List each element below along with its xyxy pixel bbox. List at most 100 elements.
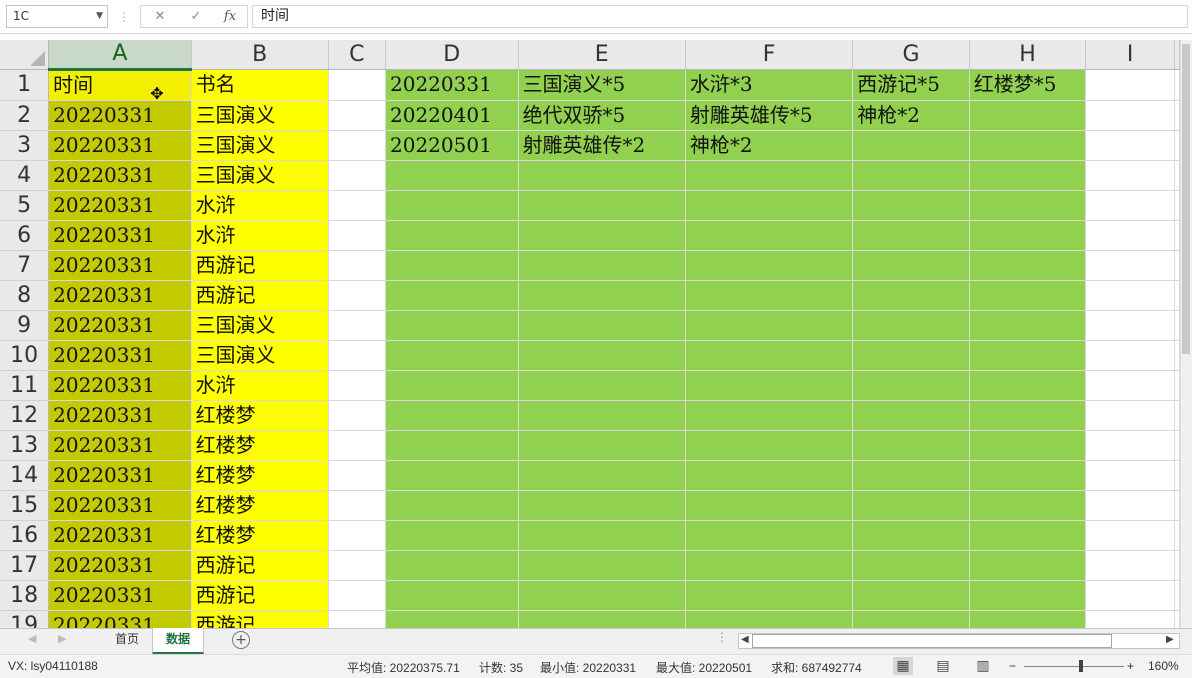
column-header-f[interactable]: F [685, 40, 854, 70]
cell-a10[interactable]: 20220331 [48, 340, 192, 371]
cell-i12[interactable] [1085, 400, 1175, 431]
cell-d2[interactable]: 20220401 [385, 100, 519, 131]
worksheet-grid[interactable]: ABCDEFGHI 1 时间 书名 20220331 三国演义*5 水浒*3 西游记*5 红楼… [0, 40, 1180, 628]
cell-f2[interactable]: 射雕英雄传*5 [685, 100, 854, 131]
cell-h12[interactable] [969, 400, 1087, 431]
cell-g13[interactable] [852, 430, 970, 461]
cell-h5[interactable] [969, 190, 1087, 221]
cell-c5[interactable] [328, 190, 387, 221]
enter-icon[interactable]: ✓ [181, 6, 211, 27]
row-header[interactable]: 9 [0, 310, 50, 341]
horizontal-scroll-thumb[interactable] [752, 634, 1112, 648]
cell-f3[interactable]: 神枪*2 [685, 130, 854, 161]
cell-j13[interactable] [1174, 430, 1180, 461]
cell-h19[interactable] [969, 610, 1087, 628]
cell-f15[interactable] [685, 490, 854, 521]
cell-e5[interactable] [518, 190, 686, 221]
insert-function-icon[interactable]: fx [215, 6, 245, 27]
row-header[interactable]: 2 [0, 100, 50, 131]
cell-j1[interactable] [1174, 69, 1180, 101]
cell-a11[interactable]: 20220331 [48, 370, 192, 401]
cell-a5[interactable]: 20220331 [48, 190, 192, 221]
cell-h18[interactable] [969, 580, 1087, 611]
cell-j3[interactable] [1174, 130, 1180, 161]
scroll-left-icon[interactable]: ◀ [741, 634, 749, 645]
cell-i1[interactable] [1085, 69, 1175, 101]
cell-d13[interactable] [385, 430, 519, 461]
cell-c6[interactable] [328, 220, 387, 251]
row-header[interactable]: 4 [0, 160, 50, 191]
cell-g12[interactable] [852, 400, 970, 431]
cell-b19[interactable]: 西游记 [191, 610, 329, 628]
cell-g1[interactable]: 西游记*5 [852, 69, 970, 101]
formula-input[interactable]: 时间 [252, 5, 1188, 28]
cell-i5[interactable] [1085, 190, 1175, 221]
cell-c16[interactable] [328, 520, 387, 551]
cell-h6[interactable] [969, 220, 1087, 251]
cell-j17[interactable] [1174, 550, 1180, 581]
cell-f7[interactable] [685, 250, 854, 281]
row-header[interactable]: 5 [0, 190, 50, 221]
cell-c9[interactable] [328, 310, 387, 341]
row-header[interactable]: 14 [0, 460, 50, 491]
cell-c19[interactable] [328, 610, 387, 628]
cell-g14[interactable] [852, 460, 970, 491]
cell-b13[interactable]: 红楼梦 [191, 430, 329, 461]
cell-f9[interactable] [685, 310, 854, 341]
cell-j7[interactable] [1174, 250, 1180, 281]
column-header-g[interactable]: G [852, 40, 970, 70]
cell-f11[interactable] [685, 370, 854, 401]
cell-a16[interactable]: 20220331 [48, 520, 192, 551]
cell-a9[interactable]: 20220331 [48, 310, 192, 341]
cell-b18[interactable]: 西游记 [191, 580, 329, 611]
cell-d4[interactable] [385, 160, 519, 191]
row-header[interactable]: 18 [0, 580, 50, 611]
cell-a1[interactable]: 时间 [48, 69, 192, 101]
cell-a18[interactable]: 20220331 [48, 580, 192, 611]
cell-c11[interactable] [328, 370, 387, 401]
cell-j9[interactable] [1174, 310, 1180, 341]
cell-j12[interactable] [1174, 400, 1180, 431]
cell-a13[interactable]: 20220331 [48, 430, 192, 461]
cell-d10[interactable] [385, 340, 519, 371]
cell-g19[interactable] [852, 610, 970, 628]
cell-e12[interactable] [518, 400, 686, 431]
cancel-icon[interactable]: ✕ [145, 6, 175, 27]
page-layout-view-icon[interactable]: ▤ [933, 657, 953, 675]
cell-a19[interactable]: 20220331 [48, 610, 192, 628]
cell-h2[interactable] [969, 100, 1087, 131]
cell-a3[interactable]: 20220331 [48, 130, 192, 161]
add-sheet-icon[interactable]: + [232, 631, 250, 649]
cell-a8[interactable]: 20220331 [48, 280, 192, 311]
cell-a14[interactable]: 20220331 [48, 460, 192, 491]
cell-g3[interactable] [852, 130, 970, 161]
cell-a7[interactable]: 20220331 [48, 250, 192, 281]
cell-e7[interactable] [518, 250, 686, 281]
cell-i10[interactable] [1085, 340, 1175, 371]
cell-a4[interactable]: 20220331 [48, 160, 192, 191]
row-header[interactable]: 8 [0, 280, 50, 311]
cell-d16[interactable] [385, 520, 519, 551]
cell-b11[interactable]: 水浒 [191, 370, 329, 401]
cell-b17[interactable]: 西游记 [191, 550, 329, 581]
cell-f1[interactable]: 水浒*3 [685, 69, 854, 101]
cell-i17[interactable] [1085, 550, 1175, 581]
cell-b16[interactable]: 红楼梦 [191, 520, 329, 551]
cell-h3[interactable] [969, 130, 1087, 161]
cell-f13[interactable] [685, 430, 854, 461]
cell-f10[interactable] [685, 340, 854, 371]
cell-h4[interactable] [969, 160, 1087, 191]
cell-i18[interactable] [1085, 580, 1175, 611]
cell-b5[interactable]: 水浒 [191, 190, 329, 221]
sheet-tab-home[interactable]: 首页 [102, 628, 152, 652]
cell-e17[interactable] [518, 550, 686, 581]
cell-b12[interactable]: 红楼梦 [191, 400, 329, 431]
cell-g6[interactable] [852, 220, 970, 251]
vertical-scroll-thumb[interactable] [1182, 44, 1190, 354]
cell-c7[interactable] [328, 250, 387, 281]
cell-g18[interactable] [852, 580, 970, 611]
cell-h11[interactable] [969, 370, 1087, 401]
cell-d1[interactable]: 20220331 [385, 69, 519, 101]
row-header[interactable]: 3 [0, 130, 50, 161]
column-header-b[interactable]: B [191, 40, 329, 70]
